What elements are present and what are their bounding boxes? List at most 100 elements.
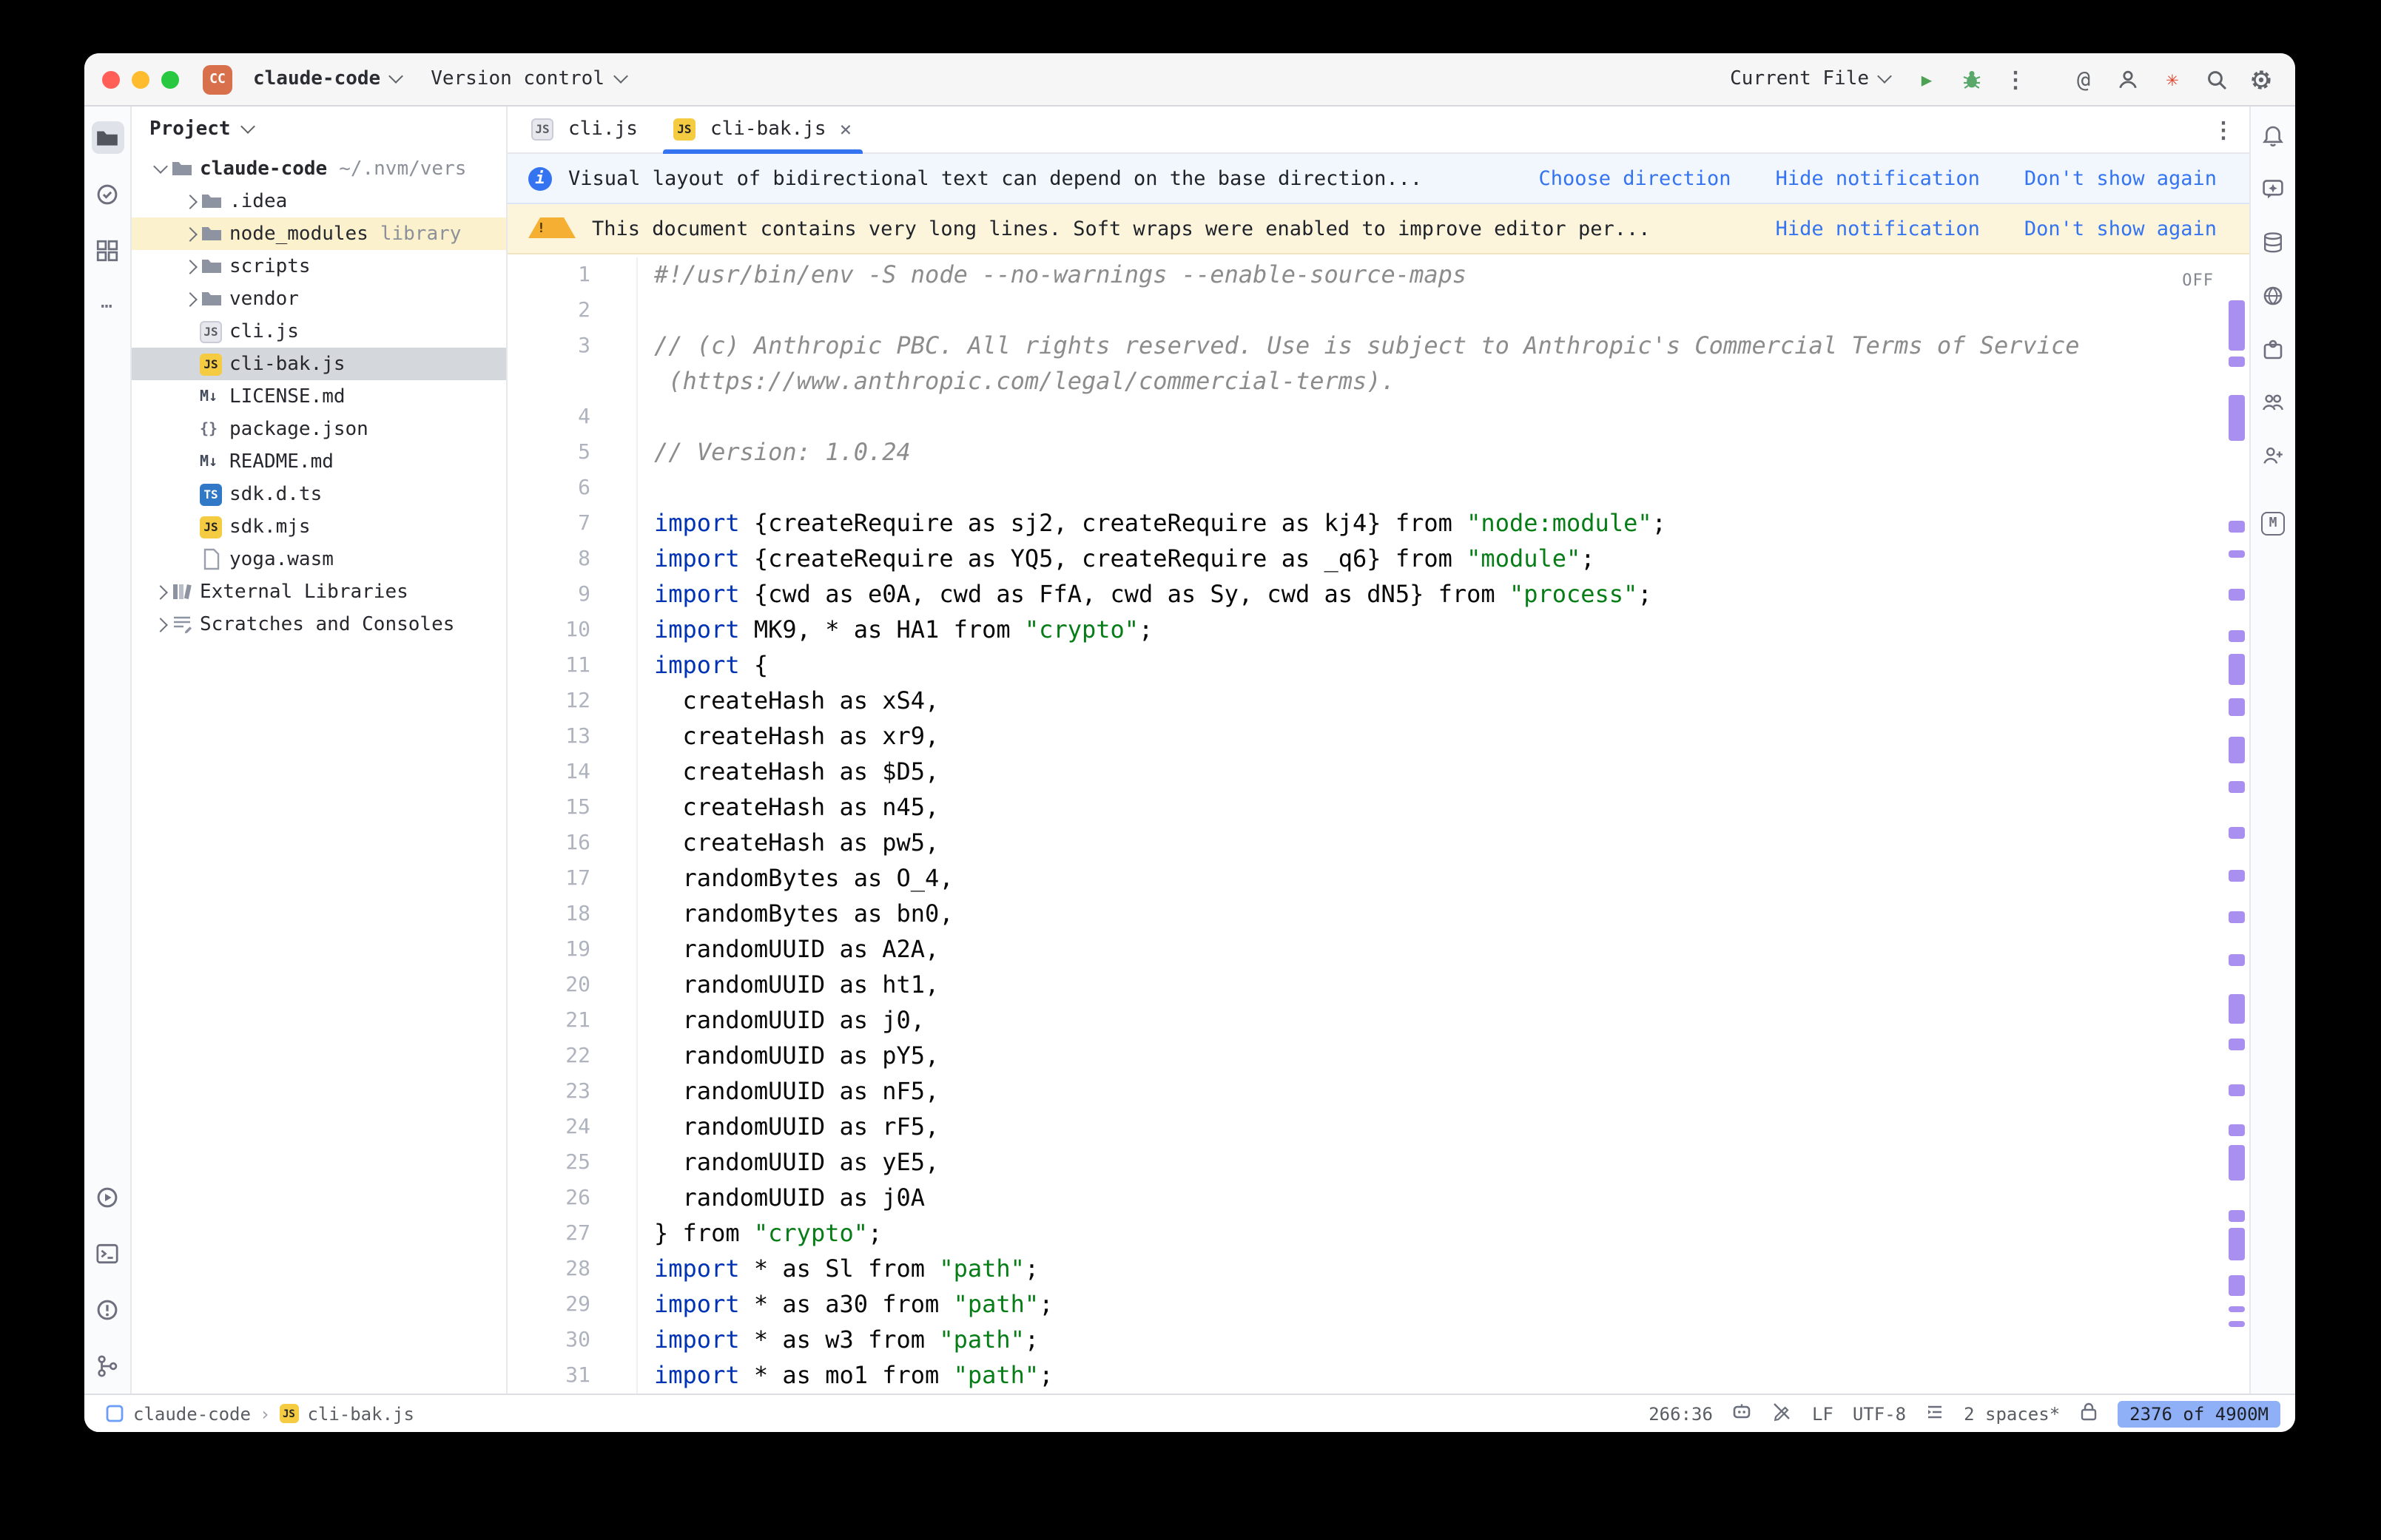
stripe-mark[interactable] xyxy=(2229,589,2245,601)
breadcrumb-project[interactable]: claude-code xyxy=(133,1403,251,1424)
code-line[interactable]: 8import {createRequire as YQ5, createReq… xyxy=(508,541,2223,577)
tree-item-claude-code[interactable]: claude-code~/.nvm/vers xyxy=(132,152,506,185)
problems-tool-icon[interactable] xyxy=(91,1293,124,1325)
tree-item-readme-md[interactable]: M↓README.md xyxy=(132,445,506,478)
code-line[interactable]: 19 randomUUID as A2A, xyxy=(508,932,2223,967)
structure-tool-icon[interactable] xyxy=(91,234,124,266)
code-line[interactable]: 10import MK9, * as HA1 from "crypto"; xyxy=(508,612,2223,648)
tab-options-icon[interactable]: ⋮ xyxy=(2198,107,2249,152)
stripe-mark[interactable] xyxy=(2229,1306,2245,1312)
run-config-selector[interactable]: Current File xyxy=(1721,64,1899,95)
stripe-mark[interactable] xyxy=(2229,1039,2245,1050)
code-line[interactable]: 13 createHash as xr9, xyxy=(508,719,2223,754)
stripe-mark[interactable] xyxy=(2229,1084,2245,1096)
stripe-mark[interactable] xyxy=(2229,698,2245,716)
code-line[interactable]: 20 randomUUID as ht1, xyxy=(508,967,2223,1003)
code-line[interactable]: 14 createHash as $D5, xyxy=(508,754,2223,790)
stripe-mark[interactable] xyxy=(2229,870,2245,882)
stripe-mark[interactable] xyxy=(2229,395,2245,441)
close-window-button[interactable] xyxy=(102,70,120,88)
tree-item-license-md[interactable]: M↓LICENSE.md xyxy=(132,380,506,413)
code-line[interactable]: 28import * as Sl from "path"; xyxy=(508,1252,2223,1287)
ai-assistant-icon[interactable]: @ xyxy=(2067,63,2100,95)
code-line[interactable]: 16 createHash as pw5, xyxy=(508,825,2223,861)
stripe-mark[interactable] xyxy=(2229,654,2245,685)
close-icon[interactable]: × xyxy=(840,118,852,141)
stripe-mark[interactable] xyxy=(2229,300,2245,351)
more-actions-icon[interactable]: ⋮ xyxy=(1999,63,2032,95)
banner-action-don-t-show-again[interactable]: Don't show again xyxy=(2024,217,2217,240)
stripe-mark[interactable] xyxy=(2229,994,2245,1024)
code-line[interactable]: 21 randomUUID as j0, xyxy=(508,1003,2223,1039)
error-stripe[interactable] xyxy=(2227,254,2246,1394)
indent-config[interactable]: 2 spaces* xyxy=(1964,1403,2060,1424)
code-line[interactable]: 2 xyxy=(508,293,2223,328)
collaboration-icon[interactable] xyxy=(2257,386,2289,419)
stripe-mark[interactable] xyxy=(2229,521,2245,533)
tree-item-vendor[interactable]: vendor xyxy=(132,283,506,315)
code-line[interactable]: (https://www.anthropic.com/legal/commerc… xyxy=(508,364,2223,399)
stripe-mark[interactable] xyxy=(2229,954,2245,966)
code-line[interactable]: 27} from "crypto"; xyxy=(508,1216,2223,1252)
code-line[interactable]: 11import { xyxy=(508,648,2223,683)
code-line[interactable]: 24 randomUUID as rF5, xyxy=(508,1110,2223,1145)
chevron-down-icon[interactable] xyxy=(149,166,170,172)
stripe-mark[interactable] xyxy=(2229,1228,2245,1260)
banner-action-hide-notification[interactable]: Hide notification xyxy=(1776,217,1980,240)
code-line[interactable]: 30import * as w3 from "path"; xyxy=(508,1323,2223,1358)
banner-action-choose-direction[interactable]: Choose direction xyxy=(1538,166,1731,190)
tree-item-sdk-d-ts[interactable]: TSsdk.d.ts xyxy=(132,478,506,510)
chevron-right-icon[interactable] xyxy=(179,261,200,271)
copilot-icon[interactable] xyxy=(1732,1401,1753,1426)
stripe-mark[interactable] xyxy=(2229,1124,2245,1136)
tree-item-cli-bak-js[interactable]: JScli-bak.js xyxy=(132,348,506,380)
tree-item-node-modules[interactable]: node_moduleslibrary xyxy=(132,217,506,250)
tree-item-package-json[interactable]: {}package.json xyxy=(132,413,506,445)
terminal-tool-icon[interactable] xyxy=(91,1237,124,1269)
stripe-mark[interactable] xyxy=(2229,630,2245,642)
stripe-mark[interactable] xyxy=(2229,781,2245,793)
m-tool-icon[interactable]: M xyxy=(2257,507,2289,540)
chevron-right-icon[interactable] xyxy=(179,196,200,206)
code-area[interactable]: 1#!/usr/bin/env -S node --no-warnings --… xyxy=(508,257,2223,1394)
lock-icon[interactable] xyxy=(2079,1401,2098,1426)
code-line[interactable]: 17 randomBytes as O_4, xyxy=(508,861,2223,896)
chevron-right-icon[interactable] xyxy=(149,619,170,629)
banner-action-don-t-show-again[interactable]: Don't show again xyxy=(2024,166,2217,190)
minimize-window-button[interactable] xyxy=(132,70,149,88)
stripe-mark[interactable] xyxy=(2229,1145,2245,1181)
project-menu[interactable]: claude-code xyxy=(244,64,410,95)
code-line[interactable]: 18 randomBytes as bn0, xyxy=(508,896,2223,932)
chevron-right-icon[interactable] xyxy=(179,294,200,304)
tab-cli-bak-js[interactable]: JScli-bak.js× xyxy=(656,107,869,152)
stripe-mark[interactable] xyxy=(2229,1321,2245,1327)
code-line[interactable]: 9import {cwd as e0A, cwd as FfA, cwd as … xyxy=(508,577,2223,612)
editor[interactable]: 1#!/usr/bin/env -S node --no-warnings --… xyxy=(508,254,2249,1394)
stripe-mark[interactable] xyxy=(2229,357,2245,367)
tree-item-scratches-and-consoles[interactable]: Scratches and Consoles xyxy=(132,608,506,641)
breadcrumb-file[interactable]: cli-bak.js xyxy=(307,1403,414,1424)
highlighting-level-badge[interactable]: OFF xyxy=(2182,263,2214,299)
code-line[interactable]: 31import * as mo1 from "path"; xyxy=(508,1358,2223,1394)
vcs-menu[interactable]: Version control xyxy=(422,64,634,95)
run-button[interactable]: ▶ xyxy=(1910,63,1943,95)
tree-item-cli-js[interactable]: JScli.js xyxy=(132,315,506,348)
caret-position[interactable]: 266:36 xyxy=(1648,1403,1713,1424)
ai-chat-icon[interactable] xyxy=(2257,173,2289,206)
code-line[interactable]: 23 randomUUID as nF5, xyxy=(508,1074,2223,1110)
debug-button[interactable] xyxy=(1955,63,1987,95)
run-tool-icon[interactable] xyxy=(91,1181,124,1213)
tree-item-sdk-mjs[interactable]: JSsdk.mjs xyxy=(132,510,506,543)
chevron-right-icon[interactable] xyxy=(149,587,170,597)
file-encoding[interactable]: UTF-8 xyxy=(1853,1403,1906,1424)
tree-item-idea[interactable]: .idea xyxy=(132,185,506,217)
dependencies-icon[interactable] xyxy=(2257,280,2289,312)
readonly-pencil-icon[interactable] xyxy=(1772,1401,1793,1426)
tree-item-scripts[interactable]: scripts xyxy=(132,250,506,283)
zoom-window-button[interactable] xyxy=(161,70,179,88)
code-line[interactable]: 5// Version: 1.0.24 xyxy=(508,435,2223,470)
git-tool-icon[interactable] xyxy=(91,1349,124,1382)
plugins-icon[interactable] xyxy=(2257,333,2289,365)
stripe-mark[interactable] xyxy=(2229,737,2245,763)
stripe-mark[interactable] xyxy=(2229,550,2245,558)
